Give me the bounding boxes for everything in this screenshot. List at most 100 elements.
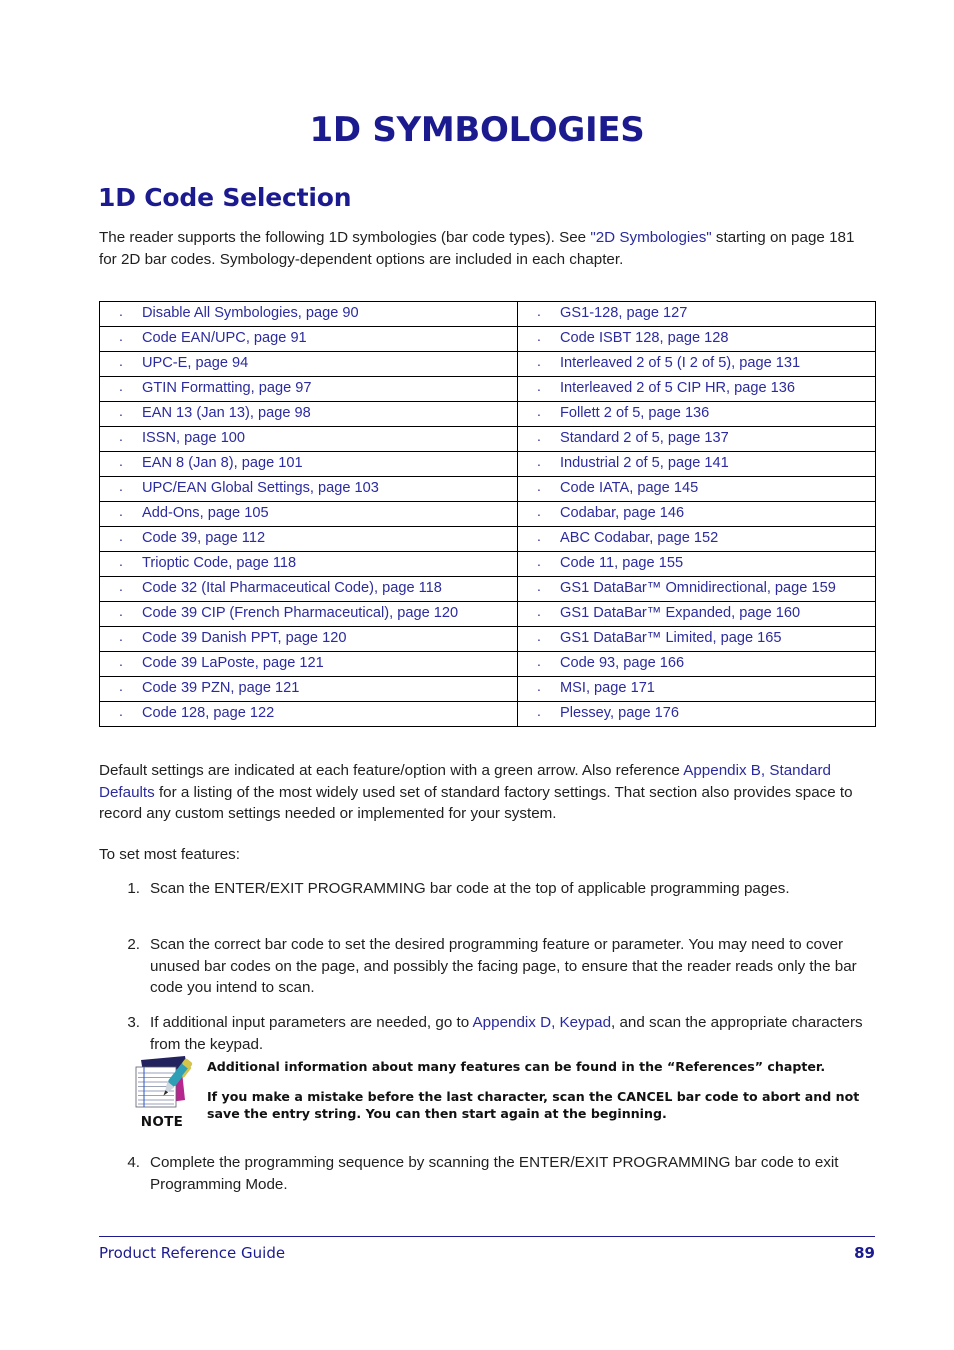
to-set-features-label: To set most features: — [99, 846, 240, 863]
toc-link[interactable]: ISSN, page 100 — [142, 428, 513, 449]
chapter-title: 1D SYMBOLOGIES — [309, 110, 645, 150]
step-number: 1. — [127, 880, 140, 897]
bullet-icon: · — [118, 531, 124, 547]
note-icon-group: NOTE — [125, 1054, 199, 1130]
toc-link[interactable]: GTIN Formatting, page 97 — [142, 378, 513, 399]
toc-link[interactable]: Add-Ons, page 105 — [142, 503, 513, 524]
table-cell-right: · Plessey, page 176 — [517, 701, 876, 727]
toc-link[interactable]: Code 93, page 166 — [560, 653, 871, 674]
bullet-icon: · — [536, 431, 542, 447]
bullet-icon: · — [536, 356, 542, 372]
table-cell-right: · GS1 DataBar™ Expanded, page 160 — [517, 601, 876, 627]
step-text-part1: If additional input parameters are neede… — [150, 1014, 473, 1031]
table-cell-left: · Code 39 Danish PPT, page 120 — [99, 626, 518, 652]
toc-link[interactable]: Disable All Symbologies, page 90 — [142, 303, 513, 324]
table-row: · Code EAN/UPC, page 91 · Code ISBT 128, pa… — [99, 326, 876, 352]
toc-link[interactable]: Code ISBT 128, page 128 — [560, 328, 871, 349]
defaults-text-part2: for a listing of the most widely used se… — [99, 783, 853, 823]
table-cell-left: · UPC/EAN Global Settings, page 103 — [99, 476, 518, 502]
table-cell-right: · Follett 2 of 5, page 136 — [517, 401, 876, 427]
step-text: If additional input parameters are neede… — [150, 1012, 890, 1055]
toc-link[interactable]: GS1-128, page 127 — [560, 303, 871, 324]
toc-link[interactable]: EAN 13 (Jan 13), page 98 — [142, 403, 513, 424]
toc-link[interactable]: GS1 DataBar™ Expanded, page 160 — [560, 603, 871, 624]
table-cell-left: · EAN 8 (Jan 8), page 101 — [99, 451, 518, 477]
table-row: · Code 32 (Ital Pharmaceutical Code), pag… — [99, 576, 876, 602]
section-heading: 1D Code Selection — [98, 183, 352, 212]
toc-link[interactable]: MSI, page 171 — [560, 678, 871, 699]
table-cell-right: · Interleaved 2 of 5 (I 2 of 5), page 131 — [517, 351, 876, 377]
toc-link[interactable]: Interleaved 2 of 5 (I 2 of 5), page 131 — [560, 353, 871, 374]
bullet-icon: · — [536, 606, 542, 622]
bullet-icon: · — [536, 581, 542, 597]
bullet-icon: · — [118, 556, 124, 572]
toc-link[interactable]: Trioptic Code, page 118 — [142, 553, 513, 574]
bullet-icon: · — [118, 306, 124, 322]
toc-link[interactable]: Code 39 LaPoste, page 121 — [142, 653, 513, 674]
toc-link[interactable]: GS1 DataBar™ Omnidirectional, page 159 — [560, 578, 871, 599]
toc-link[interactable]: Code 11, page 155 — [560, 553, 871, 574]
toc-link[interactable]: Follett 2 of 5, page 136 — [560, 403, 871, 424]
toc-link[interactable]: Code IATA, page 145 — [560, 478, 871, 499]
table-cell-right: · Standard 2 of 5, page 137 — [517, 426, 876, 452]
note-line-2: If you make a mistake before the last ch… — [207, 1089, 860, 1121]
toc-link[interactable]: Interleaved 2 of 5 CIP HR, page 136 — [560, 378, 871, 399]
toc-link[interactable]: GS1 DataBar™ Limited, page 165 — [560, 628, 871, 649]
step-item-4: 4. Complete the programming sequence by … — [108, 1152, 880, 1195]
table-cell-left: · Disable All Symbologies, page 90 — [99, 301, 518, 327]
table-row: · Code 39 LaPoste, page 121 · Code 93, page… — [99, 651, 876, 677]
table-cell-right: · Industrial 2 of 5, page 141 — [517, 451, 876, 477]
bullet-icon: · — [536, 406, 542, 422]
bullet-icon: · — [118, 656, 124, 672]
bullet-icon: · — [536, 381, 542, 397]
toc-link[interactable]: Code 39, page 112 — [142, 528, 513, 549]
symbologies-toc-table: · Disable All Symbologies, page 90 · GS1-12… — [99, 301, 876, 727]
table-cell-right: · ABC Codabar, page 152 — [517, 526, 876, 552]
table-row: · Code 128, page 122 · Plessey, page 176 — [99, 701, 876, 727]
note-line-1: Additional information about many featur… — [207, 1059, 826, 1074]
step-item-3: 3. If additional input parameters are ne… — [108, 1012, 890, 1055]
toc-link[interactable]: Code 39 Danish PPT, page 120 — [142, 628, 513, 649]
note-label: NOTE — [140, 1114, 184, 1130]
toc-link[interactable]: Code 128, page 122 — [142, 703, 513, 724]
toc-link[interactable]: Code 32 (Ital Pharmaceutical Code), page… — [142, 578, 513, 599]
table-cell-right: · Code ISBT 128, page 128 — [517, 326, 876, 352]
table-cell-right: · GS1 DataBar™ Limited, page 165 — [517, 626, 876, 652]
table-cell-left: · Add-Ons, page 105 — [99, 501, 518, 527]
document-page: 1D SYMBOLOGIES 1D Code Selection The rea… — [0, 0, 954, 1350]
toc-link[interactable]: EAN 8 (Jan 8), page 101 — [142, 453, 513, 474]
table-cell-left: · Code 39, page 112 — [99, 526, 518, 552]
intro-text-part1: The reader supports the following 1D sym… — [99, 229, 591, 246]
table-cell-left: · Code 39 CIP (French Pharmaceutical), pa… — [99, 601, 518, 627]
table-cell-right: · Interleaved 2 of 5 CIP HR, page 136 — [517, 376, 876, 402]
step-item-2: 2. Scan the correct bar code to set the … — [108, 934, 890, 999]
bullet-icon: · — [536, 306, 542, 322]
toc-link[interactable]: Industrial 2 of 5, page 141 — [560, 453, 871, 474]
toc-link[interactable]: Plessey, page 176 — [560, 703, 871, 724]
step-number: 3. — [127, 1014, 140, 1031]
bullet-icon: · — [536, 481, 542, 497]
link-appendix-d[interactable]: Appendix D, Keypad — [473, 1014, 611, 1031]
toc-link[interactable]: Code EAN/UPC, page 91 — [142, 328, 513, 349]
step-number: 4. — [127, 1154, 140, 1171]
bullet-icon: · — [536, 556, 542, 572]
table-cell-left: · Code 128, page 122 — [99, 701, 518, 727]
toc-link[interactable]: Standard 2 of 5, page 137 — [560, 428, 871, 449]
toc-link[interactable]: Codabar, page 146 — [560, 503, 871, 524]
toc-link[interactable]: Code 39 PZN, page 121 — [142, 678, 513, 699]
table-row: · GTIN Formatting, page 97 · Interleaved 2 … — [99, 376, 876, 402]
bullet-icon: · — [118, 331, 124, 347]
bullet-icon: · — [118, 456, 124, 472]
toc-link[interactable]: UPC/EAN Global Settings, page 103 — [142, 478, 513, 499]
link-2d-symbologies[interactable]: "2D Symbologies" — [590, 229, 711, 246]
note-text-group: Additional information about many featur… — [207, 1058, 862, 1122]
step-text: Scan the correct bar code to set the des… — [150, 936, 857, 996]
table-row: · Trioptic Code, page 118 · Code 11, page 1… — [99, 551, 876, 577]
bullet-icon: · — [536, 531, 542, 547]
toc-link[interactable]: UPC-E, page 94 — [142, 353, 513, 374]
table-row: · Code 39 Danish PPT, page 120 · GS1 DataBa… — [99, 626, 876, 652]
toc-link[interactable]: Code 39 CIP (French Pharmaceutical), pag… — [142, 603, 513, 624]
table-row: · Disable All Symbologies, page 90 · GS1-12… — [99, 301, 876, 327]
bullet-icon: · — [118, 481, 124, 497]
toc-link[interactable]: ABC Codabar, page 152 — [560, 528, 871, 549]
